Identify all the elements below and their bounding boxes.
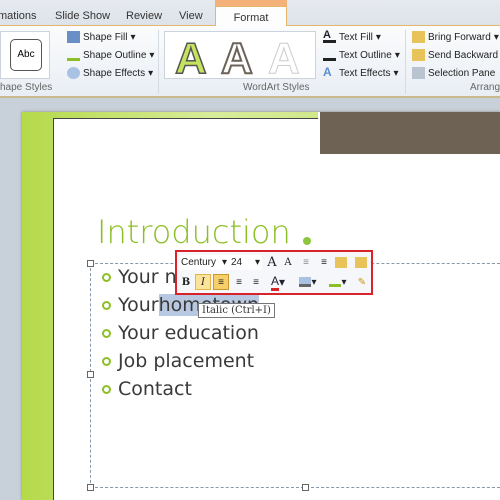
text-outline-button[interactable]: Text Outline ▾ [323,49,400,61]
highlight-button[interactable]: ▾ [297,274,319,290]
font-color-button[interactable]: A ▾ [267,274,289,291]
tab-format[interactable]: Format [215,6,287,27]
bullet-text: Your [118,294,159,316]
bring-forward-button[interactable]: Bring Forward ▾ [412,31,499,43]
wordart-gallery[interactable]: A A A [164,31,316,84]
bullet-icon [102,328,111,338]
send-backward-label: Send Backward [428,49,499,61]
text-outline-icon [323,49,336,61]
bullet-text: Your education [118,322,259,344]
font-color-icon: A [270,274,279,291]
bullet-text: Job placement [118,350,255,372]
tab-animations[interactable]: mations [0,10,37,22]
selection-pane-icon [412,67,425,79]
send-backward-button[interactable]: Send Backward ▾ [412,49,500,61]
bullet-item[interactable]: Contact [102,378,192,400]
bullet-icon [102,356,111,366]
font-size-dropdown[interactable]: 24 ▾ [229,255,262,270]
selection-pane-button[interactable]: Selection Pane [412,67,495,79]
text-fill-button[interactable]: A Text Fill ▾ [323,30,381,43]
shape-style-gallery[interactable]: Abc [0,31,50,79]
shape-styles-group-label: hape Styles [0,82,53,93]
align-left-button[interactable]: ≡ [213,274,229,290]
tooltip: Italic (Ctrl+I) [198,303,275,318]
chevron-down-icon: ▾ [254,257,260,268]
resize-handle[interactable] [302,484,309,491]
slide-title[interactable]: Introduction [97,213,291,251]
paint-bucket-icon [67,31,80,43]
slide-decoration-block [318,112,500,156]
bring-forward-label: Bring Forward [428,31,491,43]
text-fill-label: Text Fill [339,31,373,43]
format-painter-icon[interactable]: ✎ [355,274,369,290]
pen-icon [67,49,80,61]
grow-font-icon[interactable]: A [265,255,279,270]
wordart-group-label: WordArt Styles [243,82,310,93]
text-effects-label: Text Effects [339,67,391,79]
increase-indent-icon[interactable]: ≡ [317,255,331,270]
italic-button[interactable]: I [195,274,211,290]
rotate-handle[interactable] [303,237,311,245]
text-effects-icon: A [323,65,332,79]
shape-effects-button[interactable]: Shape Effects ▾ [67,67,153,79]
wordart-style-outline[interactable]: A [220,33,254,84]
font-size-value: 24 [231,257,243,268]
font-name-dropdown[interactable]: Century ▾ [179,255,229,270]
bullet-icon [102,272,111,282]
tab-review[interactable]: Review [126,10,162,22]
shape-fill-label: Shape Fill [83,31,128,43]
paint-bucket-icon [299,277,312,287]
wordart-style-light[interactable]: A [268,34,301,84]
mini-toolbar: Century ▾ 24 ▾ A A ≡ ≡ B I ≡ ≡ ≡ A ▾ ▾ ▾ ✎ [175,250,373,295]
divider [158,30,159,94]
shape-style-sample[interactable]: Abc [10,39,42,71]
bullet-item[interactable]: Your education [102,322,259,344]
bullet-item[interactable]: Your n [102,266,177,288]
divider [405,30,406,94]
tab-view[interactable]: View [179,10,203,22]
align-center-button[interactable]: ≡ [232,274,246,290]
outline-button[interactable]: ▾ [327,274,349,290]
chevron-down-icon: ▾ [221,257,227,268]
send-backward-icon [412,49,425,61]
text-effects-button[interactable]: A Text Effects ▾ [323,65,399,79]
arrange-group-label: Arrange [470,82,500,93]
wordart-style-green[interactable]: A [174,33,207,84]
bold-button[interactable]: B [179,274,193,290]
bullet-text: Contact [118,378,192,400]
text-outline-label: Text Outline [339,49,392,61]
tab-slide-show[interactable]: Slide Show [55,10,110,22]
effects-icon [67,67,80,79]
align-right-button[interactable]: ≡ [249,274,263,290]
shape-effects-label: Shape Effects [83,67,146,79]
resize-handle[interactable] [87,484,94,491]
bullet-text: Your n [118,266,177,288]
send-backward-icon[interactable] [355,257,367,268]
text-fill-icon: A [323,30,336,43]
shape-outline-button[interactable]: Shape Outline ▾ [67,49,154,61]
resize-handle[interactable] [87,260,94,267]
bullet-icon [102,384,111,394]
selection-pane-label: Selection Pane [428,67,496,79]
bring-forward-icon [412,31,425,43]
bullet-icon [102,300,111,310]
resize-handle[interactable] [87,371,94,378]
shape-outline-label: Shape Outline [83,49,147,61]
font-name-value: Century [181,257,217,268]
shape-fill-button[interactable]: Shape Fill ▾ [67,31,136,43]
bring-forward-icon[interactable] [335,257,347,268]
ribbon: Abc Shape Fill ▾ Shape Outline ▾ Shape E… [0,26,500,98]
bullet-item[interactable]: Job placement [102,350,254,372]
decrease-indent-icon[interactable]: ≡ [299,255,313,270]
pen-icon [329,277,342,287]
shrink-font-icon[interactable]: A [281,255,295,270]
